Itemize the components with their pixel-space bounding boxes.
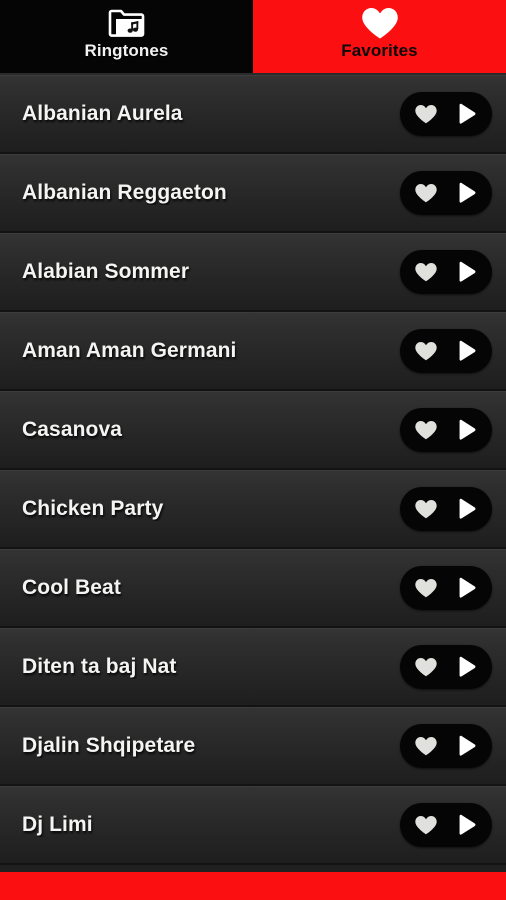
- heart-icon: [415, 262, 437, 281]
- favorite-button[interactable]: [406, 645, 446, 689]
- ringtone-title: Djalin Shqipetare: [22, 733, 196, 757]
- heart-icon: [415, 499, 437, 518]
- play-button[interactable]: [446, 171, 486, 215]
- favorite-button[interactable]: [406, 171, 446, 215]
- heart-icon: [415, 341, 437, 360]
- row-actions: [400, 802, 492, 847]
- ringtone-title: Albanian Reggaeton: [22, 180, 227, 204]
- play-icon: [459, 261, 476, 282]
- favorite-button[interactable]: [406, 724, 446, 768]
- play-icon: [459, 419, 476, 440]
- favorite-button[interactable]: [406, 487, 446, 531]
- ringtone-title: Aman Aman Germani: [22, 338, 237, 362]
- play-button[interactable]: [446, 645, 486, 689]
- heart-icon: [415, 420, 437, 439]
- app-root: Ringtones Favorites Albanian Aurela Alba…: [0, 0, 506, 900]
- row-actions: [400, 644, 492, 689]
- ringtone-title: Dj Limi: [22, 812, 93, 836]
- row-actions: [400, 170, 492, 215]
- play-button[interactable]: [446, 250, 486, 294]
- play-icon: [459, 814, 476, 835]
- table-row[interactable]: Dj Limi: [0, 786, 506, 865]
- ringtone-title: Casanova: [22, 417, 123, 441]
- heart-icon: [415, 815, 437, 834]
- play-icon: [459, 182, 476, 203]
- heart-icon: [415, 736, 437, 755]
- play-icon: [459, 103, 476, 124]
- row-actions: [400, 91, 492, 136]
- row-actions: [400, 407, 492, 452]
- row-actions: [400, 723, 492, 768]
- row-actions: [400, 328, 492, 373]
- play-button[interactable]: [446, 487, 486, 531]
- play-button[interactable]: [446, 408, 486, 452]
- play-button[interactable]: [446, 803, 486, 847]
- play-icon: [459, 577, 476, 598]
- heart-icon: [415, 578, 437, 597]
- table-row[interactable]: Djalin Shqipetare: [0, 707, 506, 786]
- play-button[interactable]: [446, 566, 486, 610]
- play-button[interactable]: [446, 329, 486, 373]
- ringtone-title: Alabian Sommer: [22, 259, 190, 283]
- favorite-button[interactable]: [406, 803, 446, 847]
- tab-bar: Ringtones Favorites: [0, 0, 506, 75]
- heart-icon: [360, 5, 400, 41]
- music-folder-icon: [108, 5, 146, 41]
- play-icon: [459, 498, 476, 519]
- favorite-button[interactable]: [406, 408, 446, 452]
- tab-favorites[interactable]: Favorites: [253, 0, 506, 73]
- ringtone-list[interactable]: Albanian Aurela Albanian Reggaeton Alabi…: [0, 75, 506, 872]
- tab-ringtones[interactable]: Ringtones: [0, 0, 253, 73]
- table-row[interactable]: Chicken Party: [0, 470, 506, 549]
- heart-icon: [415, 657, 437, 676]
- table-row[interactable]: Casanova: [0, 391, 506, 470]
- favorite-button[interactable]: [406, 329, 446, 373]
- ringtone-title: Albanian Aurela: [22, 101, 183, 125]
- row-actions: [400, 486, 492, 531]
- tab-favorites-label: Favorites: [341, 41, 418, 60]
- row-actions: [400, 565, 492, 610]
- bottom-ad-bar[interactable]: [0, 872, 506, 900]
- table-row[interactable]: Aman Aman Germani: [0, 312, 506, 391]
- play-button[interactable]: [446, 724, 486, 768]
- play-icon: [459, 735, 476, 756]
- play-icon: [459, 656, 476, 677]
- ringtone-title: Diten ta baj Nat: [22, 654, 177, 678]
- play-button[interactable]: [446, 92, 486, 136]
- ringtone-title: Chicken Party: [22, 496, 164, 520]
- table-row[interactable]: Alabian Sommer: [0, 233, 506, 312]
- ringtone-title: Cool Beat: [22, 575, 121, 599]
- play-icon: [459, 340, 476, 361]
- tab-ringtones-label: Ringtones: [84, 41, 169, 60]
- table-row[interactable]: Diten ta baj Nat: [0, 628, 506, 707]
- favorite-button[interactable]: [406, 566, 446, 610]
- table-row[interactable]: Cool Beat: [0, 549, 506, 628]
- heart-icon: [415, 183, 437, 202]
- table-row[interactable]: Albanian Reggaeton: [0, 154, 506, 233]
- favorite-button[interactable]: [406, 250, 446, 294]
- heart-icon: [415, 104, 437, 123]
- table-row[interactable]: Albanian Aurela: [0, 75, 506, 154]
- row-actions: [400, 249, 492, 294]
- favorite-button[interactable]: [406, 92, 446, 136]
